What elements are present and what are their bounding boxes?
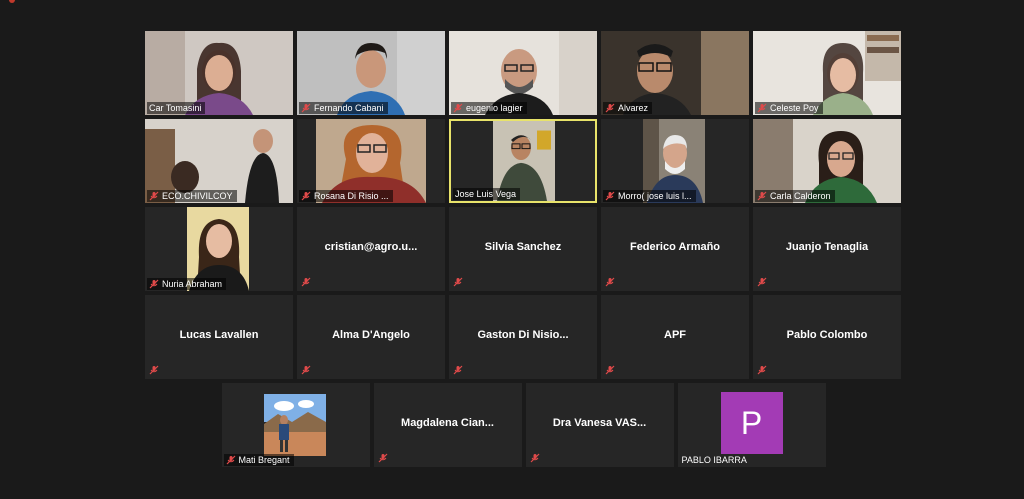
participant-name: Morro( jose luis l... [618,191,692,201]
participant-tile[interactable]: Dra Vanesa VAS... [525,383,674,467]
participant-tile[interactable]: Celeste Poy [753,31,901,115]
participant-tile[interactable]: Federico Armaño [601,207,749,291]
participant-tile[interactable]: Juanjo Tenaglia [753,207,901,291]
participant-tile-active-speaker[interactable]: Jose Luis Vega [449,119,597,203]
participant-name: Jose Luis Vega [455,189,517,199]
participant-name: Car Tomasini [149,103,202,113]
muted-mic-icon [453,365,463,375]
participant-tile[interactable]: ECO.CHIVILCOY [145,119,293,203]
participant-name: ECO.CHIVILCOY [162,191,233,201]
participant-tile[interactable]: Alma D'Angelo [297,295,445,379]
participant-name: cristian@agro.u... [324,241,418,253]
name-tag: eugenio lagier [451,102,527,114]
name-tag: Mati Bregant [223,454,294,466]
participant-tile[interactable]: Fernando Cabani [297,31,445,115]
muted-mic-icon [378,453,387,463]
name-tag: Carla Calderon [755,190,835,202]
muted-mic-icon [149,279,159,289]
participant-tile[interactable]: Mati Bregant [221,383,370,467]
participant-tile[interactable]: Silvia Sanchez [449,207,597,291]
muted-mic-icon [453,277,463,287]
participant-tile[interactable]: Magdalena Cian... [373,383,522,467]
gallery-row: Car Tomasini Fernando Cabani eugenio lag… [145,31,902,115]
name-tag: Car Tomasini [147,102,206,114]
participant-avatar: P [720,392,783,454]
muted-mic-icon [757,365,767,375]
participant-name: Fernando Cabani [314,103,384,113]
participant-name: Dra Vanesa VAS... [552,417,647,429]
participant-tile[interactable]: P PABLO IBARRA [677,383,826,467]
participant-tile[interactable]: Lucas Lavallen [145,295,293,379]
participant-tile[interactable]: Pablo Colombo [753,295,901,379]
participant-name: PABLO IBARRA [681,455,747,465]
muted-mic-icon [605,103,615,113]
name-tag: Nuria Abraham [147,278,227,290]
participant-name: Mati Bregant [238,455,290,465]
name-tag: Alvarez [603,102,653,114]
muted-mic-icon [301,191,311,201]
participant-name: Magdalena Cian... [401,417,494,429]
participant-name: Alvarez [618,103,649,113]
participant-tile[interactable]: Alvarez [601,31,749,115]
participant-name: Carla Calderon [770,191,831,201]
name-tag: Morro( jose luis l... [603,190,696,202]
muted-mic-icon [301,365,311,375]
participant-name: eugenio lagier [466,103,523,113]
participant-name: Rosana Di Risio ... [314,191,389,201]
muted-mic-icon [757,277,767,287]
participant-tile[interactable]: APF [601,295,749,379]
muted-mic-icon [301,277,311,287]
participant-name: Silvia Sanchez [484,241,562,253]
gallery-row: Mati Bregant Magdalena Cian... Dra Vanes… [145,383,902,467]
muted-mic-icon [301,103,311,113]
participant-video [263,394,326,456]
muted-mic-icon [757,103,767,113]
participant-name: Pablo Colombo [786,329,868,341]
name-tag: Rosana Di Risio ... [299,190,393,202]
participant-tile[interactable]: Nuria Abraham [145,207,293,291]
gallery-row: Nuria Abraham cristian@agro.u... Silvia … [145,207,902,291]
participant-name: Gaston Di Nisio... [477,329,569,341]
participant-tile[interactable]: Car Tomasini [145,31,293,115]
participant-name: Alma D'Angelo [332,329,410,341]
participant-tile[interactable]: Gaston Di Nisio... [449,295,597,379]
muted-mic-icon [226,455,235,465]
muted-mic-icon [605,191,615,201]
name-tag: Celeste Poy [755,102,823,114]
muted-mic-icon [605,365,615,375]
gallery-row: Lucas Lavallen Alma D'Angelo Gaston Di N… [145,295,902,379]
gallery-grid: Car Tomasini Fernando Cabani eugenio lag… [145,31,902,471]
muted-mic-icon [757,191,767,201]
participant-tile[interactable]: Rosana Di Risio ... [297,119,445,203]
participant-tile[interactable]: eugenio lagier [449,31,597,115]
participant-tile[interactable]: cristian@agro.u... [297,207,445,291]
gallery-row: ECO.CHIVILCOY Rosana Di Risio ... Jose L… [145,119,902,203]
name-tag: Jose Luis Vega [453,188,521,200]
name-tag: ECO.CHIVILCOY [147,190,237,202]
participant-tile[interactable]: Carla Calderon [753,119,901,203]
participant-name: Nuria Abraham [162,279,223,289]
muted-mic-icon [149,365,159,375]
participant-name: Celeste Poy [770,103,819,113]
name-tag: Fernando Cabani [299,102,388,114]
muted-mic-icon [530,453,539,463]
recording-indicator [9,0,15,3]
participant-name: Juanjo Tenaglia [785,241,869,253]
muted-mic-icon [605,277,615,287]
participant-tile[interactable]: Morro( jose luis l... [601,119,749,203]
participant-name: APF [664,329,686,341]
muted-mic-icon [149,191,159,201]
participant-name: Federico Armaño [629,241,721,253]
muted-mic-icon [453,103,463,113]
participant-name: Lucas Lavallen [179,329,259,341]
